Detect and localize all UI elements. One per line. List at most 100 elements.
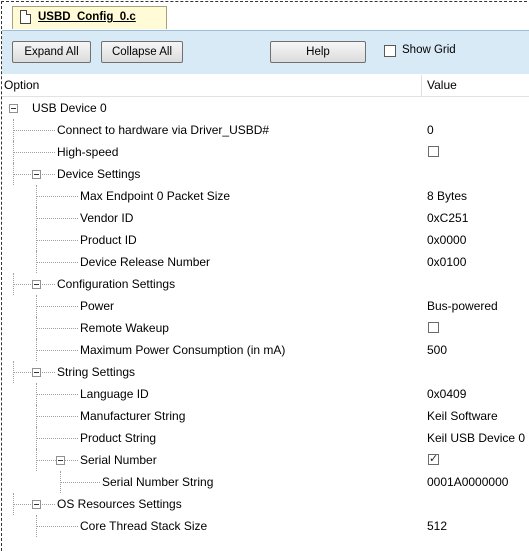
tree-row[interactable]: Product String Keil USB Device 0 — [2, 427, 529, 449]
tree-guide-line — [13, 361, 14, 383]
collapse-toggle-icon[interactable] — [32, 280, 41, 289]
tree-guide-line — [36, 449, 37, 471]
expand-all-button[interactable]: Expand All — [12, 41, 91, 63]
show-grid-label: Show Grid — [402, 44, 456, 56]
option-label: Device Settings — [57, 167, 141, 181]
option-label: High-speed — [57, 145, 119, 159]
tree-row[interactable]: High-speed — [2, 141, 529, 163]
option-label: Language ID — [80, 387, 149, 401]
tree-guide-line — [36, 438, 78, 439]
tree-guide-line — [13, 273, 14, 295]
option-value[interactable]: 500 — [427, 343, 447, 357]
tree-row[interactable]: Vendor ID 0xC251 — [2, 207, 529, 229]
tree-guide-line — [13, 119, 14, 141]
tree-guide-line — [13, 493, 14, 515]
tree-guide-line — [13, 130, 55, 131]
tree-guide-line — [36, 416, 78, 417]
option-label: OS Resources Settings — [57, 497, 182, 511]
tree-row[interactable]: OS Resources Settings — [2, 493, 529, 515]
option-value[interactable]: 8 Bytes — [427, 189, 467, 203]
toolbar: Expand All Collapse All Help Show Grid — [2, 30, 529, 74]
tree-guide-line — [13, 141, 14, 163]
tree-row[interactable]: Device Settings — [2, 163, 529, 185]
tree-row[interactable]: Connect to hardware via Driver_USBD# 0 — [2, 119, 529, 141]
tree-row[interactable]: Manufacturer String Keil Software — [2, 405, 529, 427]
option-label: Serial Number String — [102, 475, 214, 489]
tree-guide-line — [36, 526, 78, 527]
tree-guide-line — [36, 383, 37, 405]
option-label: Max Endpoint 0 Packet Size — [80, 189, 231, 203]
collapse-toggle-icon[interactable] — [32, 170, 41, 179]
tree-guide-line — [36, 262, 78, 263]
tree-guide-line — [36, 328, 78, 329]
option-value[interactable]: Keil USB Device 0 — [427, 431, 525, 445]
tree-row[interactable]: Configuration Settings — [2, 273, 529, 295]
option-label: Remote Wakeup — [80, 321, 169, 335]
tree-guide-line — [36, 207, 37, 229]
tree-guide-line — [36, 251, 37, 273]
tree-guide-line — [13, 163, 14, 185]
option-value[interactable]: 512 — [427, 519, 447, 533]
tree-row[interactable]: USB Device 0 — [2, 97, 529, 119]
option-value[interactable]: 0x0000 — [427, 233, 466, 247]
option-value[interactable]: Bus-powered — [427, 299, 498, 313]
tree-guide-line — [36, 427, 37, 449]
tree-row[interactable]: Maximum Power Consumption (in mA) 500 — [2, 339, 529, 361]
tab-label: USBD_Config_0.c — [38, 11, 136, 23]
option-value[interactable]: 0xC251 — [427, 211, 468, 225]
tree-guide-line — [36, 405, 37, 427]
column-header-value[interactable]: Value — [427, 78, 457, 92]
tree-guide-line — [36, 339, 37, 361]
column-divider[interactable] — [421, 75, 422, 96]
option-value[interactable]: 0x0100 — [427, 255, 466, 269]
tree-guide-line — [60, 471, 61, 493]
tree-row[interactable]: Serial Number String 0001A0000000 — [2, 471, 529, 493]
option-value[interactable]: 0001A0000000 — [427, 475, 508, 489]
tab-bar: USBD_Config_0.c — [2, 2, 529, 29]
tree-guide-line — [36, 350, 78, 351]
tree-guide-line — [36, 295, 37, 317]
help-button[interactable]: Help — [270, 41, 366, 63]
option-label: Device Release Number — [80, 255, 211, 269]
option-label: Product String — [80, 431, 157, 445]
option-label: Core Thread Stack Size — [80, 519, 208, 533]
option-label: Manufacturer String — [80, 409, 186, 423]
tree-row[interactable]: Serial Number — [2, 449, 529, 471]
tree-guide-line — [36, 317, 37, 339]
option-label: Power — [80, 299, 115, 313]
option-checkbox[interactable] — [428, 322, 439, 333]
option-value[interactable]: Keil Software — [427, 409, 498, 423]
tree-row[interactable]: Max Endpoint 0 Packet Size 8 Bytes — [2, 185, 529, 207]
tree-guide-line — [36, 218, 78, 219]
option-label: USB Device 0 — [32, 101, 107, 115]
option-checkbox[interactable] — [428, 452, 439, 465]
option-checkbox[interactable] — [428, 146, 439, 157]
option-label: Connect to hardware via Driver_USBD# — [57, 123, 270, 137]
option-label: Product ID — [80, 233, 137, 247]
tree-row[interactable]: Remote Wakeup — [2, 317, 529, 339]
tree-row[interactable]: Power Bus-powered — [2, 295, 529, 317]
tree-row[interactable]: String Settings — [2, 361, 529, 383]
collapse-all-button[interactable]: Collapse All — [101, 41, 183, 63]
option-label: String Settings — [57, 365, 136, 379]
tree-guide-line — [36, 229, 37, 251]
tree-row[interactable]: Device Release Number 0x0100 — [2, 251, 529, 273]
option-value[interactable]: 0x0409 — [427, 387, 466, 401]
column-header-option[interactable]: Option — [4, 78, 39, 92]
tree-guide-line — [36, 394, 78, 395]
option-value[interactable]: 0 — [427, 123, 434, 137]
tree-row[interactable]: Product ID 0x0000 — [2, 229, 529, 251]
option-label: Configuration Settings — [57, 277, 176, 291]
tree-guide-line — [36, 306, 78, 307]
collapse-toggle-icon[interactable] — [32, 500, 41, 509]
collapse-toggle-icon[interactable] — [9, 104, 18, 113]
tree-guide-line — [36, 240, 78, 241]
tree-row[interactable]: Core Thread Stack Size 512 — [2, 515, 529, 537]
show-grid-checkbox[interactable] — [384, 45, 396, 57]
tab-usbd-config[interactable]: USBD_Config_0.c — [12, 6, 167, 29]
tree-row[interactable]: Language ID 0x0409 — [2, 383, 529, 405]
column-header: Option Value — [2, 75, 529, 97]
document-icon — [20, 10, 31, 24]
collapse-toggle-icon[interactable] — [32, 368, 41, 377]
collapse-toggle-icon[interactable] — [56, 456, 65, 465]
